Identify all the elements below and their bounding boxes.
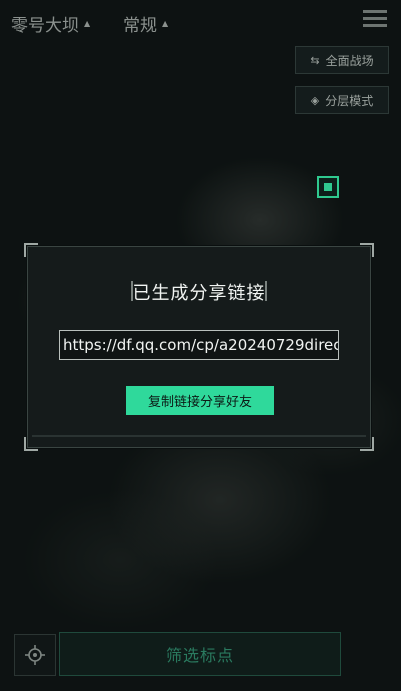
top-bar: 零号大坝 ▲ 常规 ▲ xyxy=(0,0,401,44)
caret-up-icon: ▲ xyxy=(162,19,169,28)
dialog-divider xyxy=(32,435,366,437)
battlefield-mode-button[interactable]: ⇆ 全面战场 xyxy=(295,46,389,74)
mode-label: 常规 xyxy=(123,16,157,36)
layer-label: 分层模式 xyxy=(325,93,374,108)
share-link-dialog: 已生成分享链接 https://df.qq.com/cp/a20240729di… xyxy=(24,243,374,451)
corner-decoration xyxy=(24,437,38,451)
mode-selector[interactable]: 常规 ▲ xyxy=(123,11,168,36)
battlefield-label: 全面战场 xyxy=(325,53,374,68)
dialog-title: 已生成分享链接 xyxy=(132,283,266,304)
share-link-field[interactable]: https://df.qq.com/cp/a20240729director xyxy=(59,330,339,360)
filter-markers-button[interactable]: 筛选标点 xyxy=(59,632,341,676)
layer-mode-button[interactable]: ◈ 分层模式 xyxy=(295,86,389,114)
map-selector[interactable]: 零号大坝 ▲ xyxy=(11,11,90,36)
caret-up-icon: ▲ xyxy=(84,19,91,28)
copy-link-button[interactable]: 复制链接分享好友 xyxy=(126,386,274,415)
corner-decoration xyxy=(360,243,374,257)
corner-decoration xyxy=(360,437,374,451)
menu-icon[interactable] xyxy=(363,10,387,30)
corner-decoration xyxy=(24,243,38,257)
layers-icon: ◈ xyxy=(310,93,320,107)
locate-button[interactable] xyxy=(14,634,56,676)
swap-icon: ⇆ xyxy=(310,53,320,67)
crosshair-icon xyxy=(25,645,45,665)
map-marker-icon[interactable] xyxy=(317,176,339,198)
map-name-label: 零号大坝 xyxy=(11,16,79,36)
